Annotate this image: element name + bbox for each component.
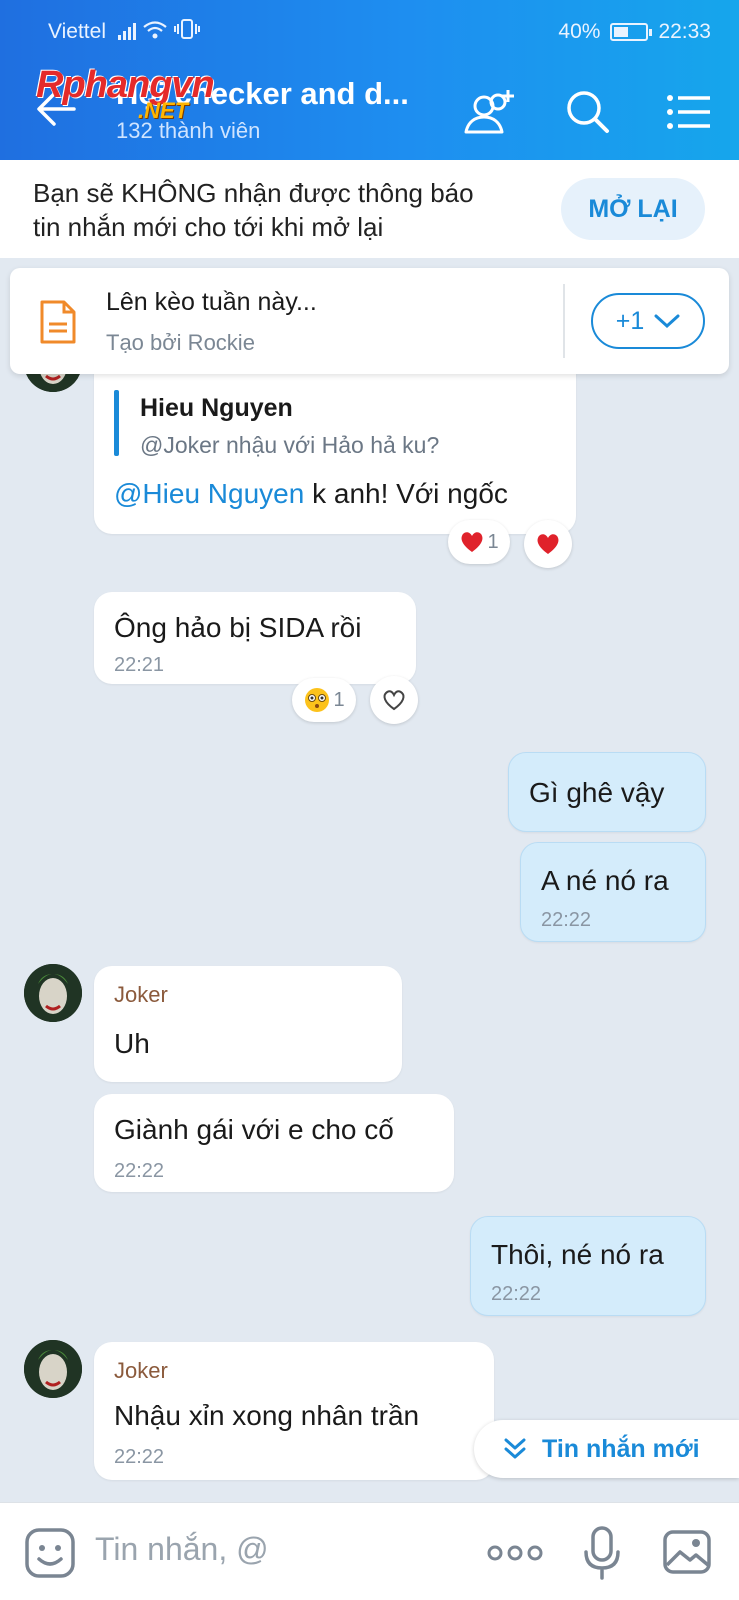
avatar[interactable] [24, 1340, 82, 1398]
message-text: Giành gái với e cho cố [114, 1114, 394, 1145]
document-icon [40, 300, 76, 344]
reaction-summary[interactable]: 1 [292, 678, 356, 722]
message-bubble-1[interactable]: Hieu Nguyen @Joker nhậu với Hảo hả ku? @… [94, 350, 576, 534]
pinned-more-count: +1 [615, 306, 645, 335]
microphone-icon[interactable] [582, 1525, 622, 1581]
pinned-divider [563, 284, 565, 358]
message-body: k anh! Với ngốc [304, 478, 508, 509]
chat-toolbar: Hội checker and d... 132 thành viên Rpha… [0, 64, 739, 160]
message-text: Ông hảo bị SIDA rồi [114, 612, 362, 643]
search-icon[interactable] [558, 82, 618, 142]
more-options-icon[interactable] [486, 1533, 544, 1573]
menu-icon[interactable] [660, 82, 720, 142]
carrier-label: Viettel [48, 20, 106, 43]
double-chevron-down-icon [504, 1438, 526, 1459]
gallery-icon[interactable] [662, 1527, 712, 1577]
message-time: 22:22 [114, 1446, 165, 1468]
quote-author: Hieu Nguyen [140, 394, 293, 422]
pinned-more-button[interactable]: +1 [591, 293, 705, 349]
pinned-creator: Tạo bởi Rockie [106, 330, 255, 355]
message-bubble-3[interactable]: Gì ghê vậy [508, 752, 706, 832]
react-button[interactable] [370, 676, 418, 724]
message-text: Nhậu xỉn xong nhân trần [114, 1400, 420, 1431]
message-text: @Hieu Nguyen k anh! Với ngốc [114, 478, 508, 510]
joker-avatar-icon [24, 1340, 82, 1398]
mute-notice: Bạn sẽ KHÔNG nhận được thông báo tin nhắ… [33, 176, 523, 244]
quote-bar [114, 390, 119, 456]
message-bubble-6[interactable]: Giành gái với e cho cố 22:22 [94, 1094, 454, 1192]
message-text: A né nó ra [541, 865, 669, 896]
react-button[interactable] [524, 520, 572, 568]
chevron-down-icon [654, 314, 680, 329]
message-text: Thôi, né nó ra [491, 1239, 664, 1270]
avatar[interactable] [24, 964, 82, 1022]
watermark-suffix: .NET [138, 98, 189, 123]
message-bubble-2[interactable]: Ông hảo bị SIDA rồi 22:21 [94, 592, 416, 684]
mention-link[interactable]: @Hieu Nguyen [114, 478, 304, 509]
joker-avatar-icon [24, 964, 82, 1022]
message-time: 22:22 [114, 1160, 165, 1182]
message-bubble-5[interactable]: Joker Uh [94, 966, 402, 1082]
pinned-title: Lên kèo tuần này... [106, 288, 317, 316]
reaction-count: 1 [333, 688, 345, 711]
reaction-count: 1 [487, 530, 499, 553]
mute-notice-line1: Bạn sẽ KHÔNG nhận được thông báo [33, 178, 474, 208]
flushed-emoji-icon [305, 688, 330, 712]
wifi-icon [143, 21, 167, 39]
heart-icon [461, 532, 483, 552]
battery-icon [610, 23, 653, 41]
message-time: 22:22 [541, 909, 592, 931]
sender-name[interactable]: Joker [114, 982, 168, 1008]
mute-notice-line2: tin nhắn mới cho tới khi mở lại [33, 212, 384, 242]
pinned-note[interactable]: Lên kèo tuần này... Tạo bởi Rockie +1 [10, 268, 729, 374]
heart-icon [537, 534, 559, 554]
quote-text: @Joker nhậu với Hảo hả ku? [140, 432, 440, 458]
reaction-summary[interactable]: 1 [448, 520, 510, 564]
message-text: Uh [114, 1028, 150, 1059]
status-right: 40% 22:33 [558, 20, 711, 44]
new-messages-label: Tin nhắn mới [542, 1434, 700, 1463]
message-text: Gì ghê vậy [529, 777, 665, 808]
message-input[interactable]: Tin nhắn, @ [95, 1531, 269, 1568]
battery-percent: 40% [558, 20, 601, 43]
clock: 22:33 [658, 20, 711, 43]
signal-wifi-icons [118, 18, 200, 40]
add-member-icon[interactable] [458, 82, 518, 142]
sender-name[interactable]: Joker [114, 1358, 168, 1384]
vibrate-icon [174, 19, 200, 39]
new-messages-button[interactable]: Tin nhắn mới [474, 1420, 739, 1478]
sticker-icon[interactable] [24, 1527, 76, 1579]
message-bubble-8[interactable]: Joker Nhậu xỉn xong nhân trần 22:22 [94, 1342, 494, 1480]
heart-outline-icon [383, 690, 405, 711]
status-bar: Viettel 40% 22:33 [0, 0, 739, 64]
message-bubble-4[interactable]: A né nó ra 22:22 [520, 842, 706, 942]
signal-icon [118, 20, 136, 40]
message-input-bar: Tin nhắn, @ [0, 1502, 739, 1600]
message-bubble-7[interactable]: Thôi, né nó ra 22:22 [470, 1216, 706, 1316]
message-time: 22:22 [491, 1283, 542, 1305]
reopen-notifications-button[interactable]: MỞ LẠI [561, 178, 705, 240]
mute-banner: Bạn sẽ KHÔNG nhận được thông báo tin nhắ… [0, 160, 739, 258]
app-header: Viettel 40% 22:33 Hội checker and d... 1… [0, 0, 739, 160]
message-time: 22:21 [114, 654, 165, 676]
